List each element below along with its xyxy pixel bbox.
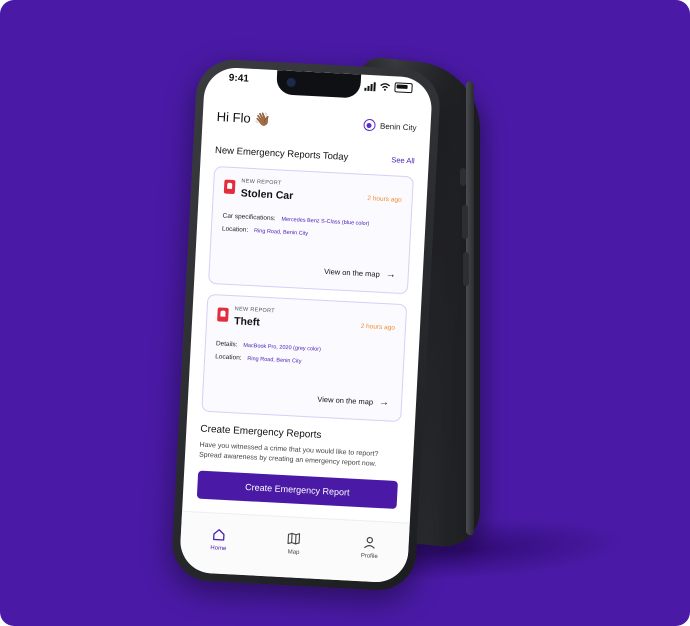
see-all-link[interactable]: See All	[391, 155, 415, 165]
signal-icon	[364, 81, 376, 91]
phone-device: 9:41 Hi Flo 👋🏾 Benin City New Emergency …	[170, 57, 442, 593]
report-card[interactable]: NEW REPORT Theft 2 hours ago Details: Ma…	[201, 293, 408, 423]
report-card[interactable]: NEW REPORT Stolen Car 2 hours ago Car sp…	[208, 165, 414, 295]
view-on-map-label: View on the map	[317, 394, 374, 407]
report-location-row: Location: Ring Road, Benin City	[222, 225, 400, 241]
background-canvas: 9:41 Hi Flo 👋🏾 Benin City New Emergency …	[0, 0, 690, 626]
alarm-icon	[217, 307, 229, 322]
tab-home[interactable]: Home	[210, 527, 227, 552]
home-content: Hi Flo 👋🏾 Benin City New Emergency Repor…	[183, 94, 432, 510]
tab-label: Profile	[360, 553, 378, 561]
detail-value: MacBook Pro, 2020 (grey color)	[243, 342, 322, 353]
bottom-tab-bar: Home Map Profile	[178, 510, 410, 584]
greeting-text: Hi Flo 👋🏾	[216, 109, 271, 127]
report-kicker: NEW REPORT	[234, 306, 276, 315]
report-card-header: NEW REPORT Stolen Car	[223, 178, 403, 208]
report-card-header: NEW REPORT Theft	[217, 305, 396, 335]
view-on-map-link[interactable]: View on the map →	[324, 266, 396, 281]
create-emergency-report-button[interactable]: Create Emergency Report	[196, 470, 398, 510]
location-target-icon	[362, 118, 376, 132]
status-time: 9:41	[228, 72, 250, 85]
status-icons	[364, 81, 413, 94]
location-value: Ring Road, Benin City	[253, 228, 309, 237]
detail-label: Car specifications:	[222, 212, 276, 223]
view-on-map-link[interactable]: View on the map →	[317, 394, 389, 409]
tab-profile[interactable]: Profile	[361, 535, 379, 560]
volume-up-button	[462, 205, 468, 239]
tab-label: Home	[210, 545, 227, 553]
wifi-icon	[380, 83, 391, 91]
view-on-map-label: View on the map	[323, 266, 380, 279]
home-icon	[213, 529, 225, 541]
create-section-description: Have you witnessed a crime that you woul…	[198, 441, 379, 469]
profile-icon	[364, 536, 376, 549]
back-phone-edge	[466, 80, 474, 536]
location-value: Ring Road, Benin City	[247, 355, 302, 365]
greeting-row: Hi Flo 👋🏾 Benin City	[216, 109, 417, 135]
detail-label: Details:	[215, 340, 238, 349]
detail-value: Mercedes Benz S-Class (blue color)	[281, 216, 370, 228]
location-label: Location:	[215, 353, 242, 362]
location-label: Location:	[221, 225, 249, 234]
volume-switch	[460, 168, 466, 186]
battery-icon	[394, 82, 413, 94]
location-selector[interactable]: Benin City	[362, 118, 417, 134]
section-title: New Emergency Reports Today	[214, 145, 349, 163]
arrow-right-icon: →	[385, 269, 397, 281]
alarm-icon	[223, 179, 236, 195]
location-label: Benin City	[379, 121, 417, 133]
report-location-row: Location: Ring Road, Benin City	[215, 353, 393, 369]
tab-label: Map	[287, 549, 300, 556]
map-icon	[287, 532, 301, 545]
notch	[276, 70, 362, 99]
tab-map[interactable]: Map	[286, 531, 301, 556]
reports-section-header: New Emergency Reports Today See All	[215, 145, 415, 166]
app-screen: 9:41 Hi Flo 👋🏾 Benin City New Emergency …	[178, 66, 434, 584]
report-title: Stolen Car	[240, 187, 294, 203]
report-kicker: NEW REPORT	[241, 178, 282, 187]
volume-down-button	[463, 252, 469, 286]
camera-dot	[286, 77, 296, 88]
arrow-right-icon: →	[378, 396, 390, 409]
report-title: Theft	[233, 315, 261, 329]
